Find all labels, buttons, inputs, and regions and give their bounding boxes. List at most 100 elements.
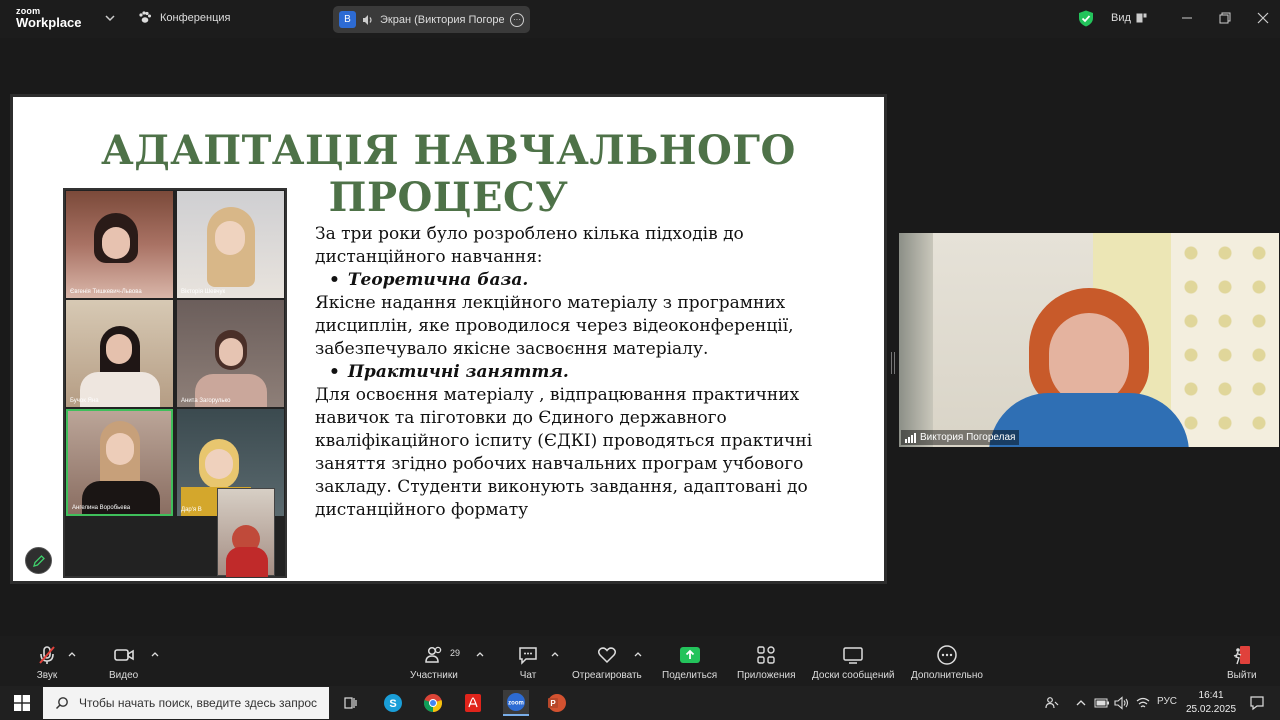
clock-time: 16:41 — [1198, 690, 1224, 701]
collage-inset-video — [217, 488, 275, 577]
chat-label: Чат — [519, 670, 537, 681]
screen-share-indicator[interactable]: В Экран (Виктория Погорела ··· — [333, 6, 530, 33]
caret-up-icon[interactable] — [476, 650, 484, 658]
collage-name: Анита Загорулько — [181, 398, 231, 404]
more-options-icon[interactable]: ··· — [510, 12, 524, 27]
minimize-icon[interactable] — [1179, 10, 1195, 26]
close-icon[interactable] — [1255, 10, 1271, 26]
apps-button[interactable]: Приложения — [737, 644, 796, 681]
zoom-taskbar-icon[interactable]: zoom — [503, 690, 529, 716]
share-screen-icon — [679, 647, 700, 663]
windows-start-icon[interactable] — [14, 695, 30, 711]
share-button[interactable]: Поделиться — [662, 644, 717, 681]
language-indicator[interactable]: РУС — [1157, 696, 1177, 707]
apps-label: Приложения — [737, 670, 796, 681]
collage-name: Ангелина Воробьева — [72, 505, 131, 511]
react-button[interactable]: Отреагировать — [572, 644, 642, 681]
video-button[interactable]: Видео — [109, 644, 138, 681]
more-icon — [937, 645, 957, 665]
slide-bullet: Практичні заняття. — [315, 361, 875, 384]
slide-paragraph: Для освоєння матеріалу , відпрацювання п… — [315, 385, 813, 520]
caret-up-icon[interactable] — [634, 650, 642, 658]
collage-name: Євгенія Тишкевич-Львова — [70, 289, 142, 295]
svg-text:P: P — [550, 699, 556, 708]
collage-tile: Вікторія Шевчук — [177, 191, 284, 298]
audio-button[interactable]: Звук — [36, 644, 58, 681]
shared-slide: АДАПТАЦІЯ НАВЧАЛЬНОГО ПРОЦЕСУ Євгенія Ти… — [10, 94, 887, 584]
clock[interactable]: 16:41 25.02.2025 — [1186, 689, 1236, 717]
collage-name: Вікторія Шевчук — [181, 289, 226, 295]
collage-tile: Анита Загорулько — [177, 300, 284, 407]
caret-up-icon[interactable] — [151, 650, 159, 658]
conference-label: Конференция — [160, 11, 231, 24]
resize-handle[interactable] — [891, 352, 895, 374]
acrobat-icon[interactable] — [460, 690, 486, 716]
video-label: Видео — [109, 670, 139, 681]
slide-paragraph: За три роки було розроблено кілька підхо… — [315, 224, 744, 267]
search-icon — [55, 697, 68, 710]
svg-text:zoom: zoom — [508, 701, 524, 707]
caret-up-icon[interactable] — [68, 650, 76, 658]
signal-bars-icon — [905, 432, 916, 443]
conference-menu[interactable]: Конференция — [138, 11, 230, 24]
volume-icon[interactable] — [1114, 696, 1130, 710]
layout-icon — [1136, 13, 1147, 23]
battery-icon[interactable] — [1094, 698, 1110, 708]
slide-photo-collage: Євгенія Тишкевич-Львова Вікторія Шевчук … — [63, 188, 287, 578]
speaker-name: Виктория Погорелая — [920, 432, 1016, 443]
pencil-icon — [32, 554, 45, 567]
view-menu[interactable]: Вид — [1111, 12, 1147, 24]
chevron-down-icon[interactable] — [104, 12, 116, 24]
paw-icon — [139, 11, 151, 23]
collage-name: Бучок Яна — [70, 398, 99, 404]
heart-icon — [597, 647, 616, 664]
slide-paragraph: Якісне надання лекційного матеріалу з пр… — [315, 293, 794, 359]
more-label: Дополнительно — [911, 670, 983, 681]
sharer-avatar: В — [339, 11, 356, 28]
participants-icon — [425, 646, 442, 663]
chevron-up-icon[interactable] — [1075, 698, 1087, 708]
collage-tile: Євгенія Тишкевич-Львова — [66, 191, 173, 298]
share-label: Экран (Виктория Погорела — [380, 13, 504, 26]
chat-button[interactable]: Чат — [517, 644, 539, 681]
video-camera-icon — [113, 649, 134, 661]
task-view-icon[interactable] — [337, 690, 363, 716]
caret-up-icon[interactable] — [551, 650, 559, 658]
restore-icon[interactable] — [1217, 10, 1233, 26]
notifications-icon[interactable] — [1249, 695, 1265, 711]
meeting-toolbar: Звук Видео Участники 29 Чат Отреагироват… — [0, 636, 1280, 686]
wifi-icon[interactable] — [1136, 696, 1150, 710]
chat-icon — [519, 647, 537, 665]
speaker-icon — [363, 14, 372, 25]
view-label: Вид — [1111, 12, 1131, 24]
leave-label: Выйти — [1227, 670, 1257, 681]
search-placeholder: Чтобы начать поиск, введите здесь запрос — [79, 696, 318, 710]
whiteboards-button[interactable]: Доски сообщений — [812, 644, 895, 681]
leave-button[interactable]: Выйти — [1227, 644, 1257, 681]
slide-bullet: Теоретична база. — [315, 269, 875, 292]
whiteboards-label: Доски сообщений — [812, 670, 895, 681]
participants-count: 29 — [450, 648, 461, 658]
title-bar: zoom Workplace Конференция В Экран (Викт… — [0, 0, 1280, 38]
logo-workplace-text: Workplace — [16, 15, 82, 30]
share-label-toolbar: Поделиться — [662, 670, 718, 681]
collage-name: Дар'я В — [181, 507, 202, 513]
leave-door-icon — [1233, 646, 1250, 665]
annotate-button[interactable] — [25, 547, 52, 574]
more-button[interactable]: Дополнительно — [911, 644, 983, 681]
skype-icon[interactable]: S — [380, 690, 406, 716]
chrome-icon[interactable] — [420, 690, 446, 716]
people-icon[interactable] — [1045, 696, 1059, 710]
taskbar-search[interactable]: Чтобы начать поиск, введите здесь запрос — [43, 687, 329, 719]
shield-icon[interactable] — [1078, 10, 1094, 27]
collage-tile: Бучок Яна — [66, 300, 173, 407]
powerpoint-icon[interactable]: P — [544, 690, 570, 716]
app-logo: zoom Workplace — [16, 7, 82, 30]
react-label: Отреагировать — [572, 670, 642, 681]
whiteboard-icon — [843, 647, 864, 664]
svg-text:S: S — [389, 698, 396, 710]
clock-date: 25.02.2025 — [1186, 704, 1237, 715]
slide-body-text: За три роки було розроблено кілька підхо… — [315, 223, 875, 522]
speaker-video[interactable]: Виктория Погорелая — [899, 233, 1279, 447]
collage-tile: Ангелина Воробьева — [66, 409, 173, 516]
